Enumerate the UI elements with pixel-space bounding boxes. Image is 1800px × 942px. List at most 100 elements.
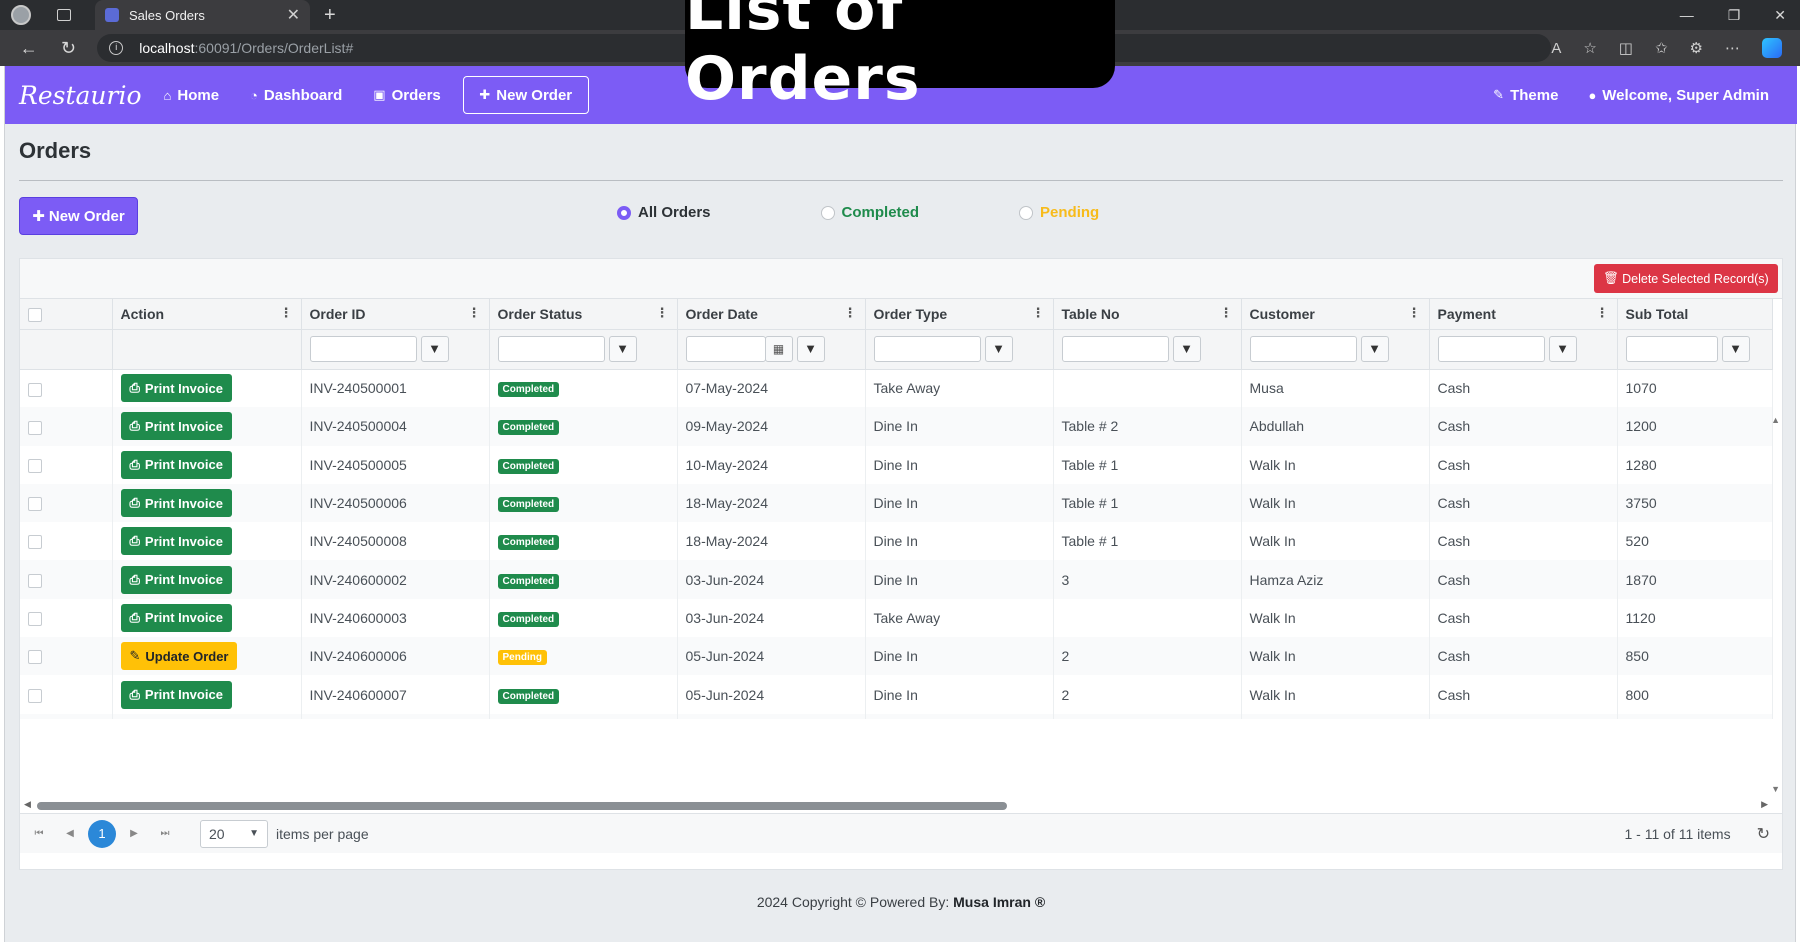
column-menu-icon[interactable]: ⋮ (1032, 305, 1045, 321)
favorite-star-icon[interactable]: ☆ (1583, 39, 1596, 57)
scroll-right-arrow-icon[interactable]: ▶ (1761, 799, 1768, 810)
row-checkbox[interactable] (28, 650, 42, 665)
filter-cell: ▼ (1053, 329, 1242, 370)
filter-order-id-input[interactable] (309, 336, 417, 362)
select-all-checkbox[interactable] (28, 307, 42, 322)
filter-funnel-icon[interactable]: ▼ (1548, 336, 1577, 362)
horizontal-scrollbar[interactable]: ◀ ▶ (20, 797, 1782, 813)
print-invoice-button[interactable]: ⎙ Print Invoice (120, 680, 232, 709)
next-page-icon[interactable]: ▶ (121, 821, 147, 847)
print-invoice-button[interactable]: ⎙ Print Invoice (120, 603, 232, 632)
scrollbar-thumb[interactable] (37, 802, 1007, 810)
column-menu-icon[interactable]: ⋮ (280, 305, 293, 321)
read-aloud-icon[interactable]: A (1551, 40, 1561, 57)
column-menu-icon[interactable]: ⋮ (468, 305, 481, 321)
scroll-down-arrow-icon[interactable]: ▼ (1771, 784, 1780, 794)
close-window-icon[interactable]: ✕ (1774, 7, 1786, 24)
profile-icon[interactable] (11, 5, 31, 25)
more-menu-icon[interactable]: ⋯ (1725, 39, 1740, 57)
filter-customer-input[interactable] (1249, 336, 1357, 362)
prev-page-icon[interactable]: ◀ (57, 821, 83, 847)
restore-icon[interactable]: ❐ (1728, 7, 1741, 24)
print-invoice-button[interactable]: ⎙ Print Invoice (120, 450, 232, 479)
nav-orders[interactable]: ▣ Orders (373, 87, 441, 104)
nav-dashboard[interactable]: ◔ Dashboard (250, 87, 342, 104)
filter-payment-input[interactable] (1437, 336, 1545, 362)
column-menu-icon[interactable]: ⋮ (844, 305, 857, 321)
browser-tab[interactable]: Sales Orders ✕ (95, 0, 310, 30)
print-invoice-button[interactable]: ⎙ Print Invoice (120, 374, 232, 403)
print-invoice-button[interactable]: ⎙ Print Invoice (120, 565, 232, 594)
header-customer[interactable]: Customer ⋮ (1241, 299, 1430, 330)
grid-body: ⎙ Print Invoice INV-240500001 Completed 07-M… (20, 369, 1773, 719)
site-info-icon[interactable]: i (109, 41, 124, 55)
filter-funnel-icon[interactable]: ▼ (796, 336, 825, 362)
copilot-icon[interactable] (1762, 38, 1782, 58)
column-menu-icon[interactable]: ⋮ (1408, 305, 1421, 321)
radio-completed[interactable]: Completed (820, 204, 919, 221)
calendar-icon[interactable]: ▦ (764, 336, 793, 362)
print-invoice-button[interactable]: ⎙ Print Invoice (120, 489, 232, 518)
header-row: Action ⋮ Order ID ⋮ Order Status ⋮ Order Da… (20, 299, 1773, 330)
current-page-button[interactable]: 1 (88, 819, 116, 848)
row-checkbox[interactable] (28, 420, 42, 435)
brand-logo[interactable]: Restaurio (19, 81, 142, 110)
header-action[interactable]: Action ⋮ (112, 299, 302, 330)
header-sub-total[interactable]: Sub Total (1617, 299, 1773, 330)
nav-theme[interactable]: ✎ Theme (1493, 87, 1558, 104)
update-order-button[interactable]: ✎ Update Order (120, 642, 238, 671)
column-menu-icon[interactable]: ⋮ (1596, 305, 1609, 321)
split-screen-icon[interactable]: ◫ (1619, 39, 1633, 57)
refresh-grid-icon[interactable]: ↻ (1757, 824, 1770, 844)
filter-funnel-icon[interactable]: ▼ (608, 336, 637, 362)
filter-table-no-input[interactable] (1061, 336, 1169, 362)
row-checkbox[interactable] (28, 497, 42, 512)
radio-pending[interactable]: Pending (1019, 204, 1099, 221)
header-order-id[interactable]: Order ID ⋮ (301, 299, 490, 330)
row-checkbox[interactable] (28, 688, 42, 703)
header-select-all[interactable] (20, 299, 113, 330)
filter-funnel-icon[interactable]: ▼ (1721, 336, 1750, 362)
row-checkbox[interactable] (28, 535, 42, 550)
column-menu-icon[interactable]: ⋮ (1220, 305, 1233, 321)
header-payment[interactable]: Payment ⋮ (1429, 299, 1618, 330)
scroll-up-arrow-icon[interactable]: ▲ (1771, 415, 1780, 425)
minimize-icon[interactable]: — (1680, 7, 1694, 23)
scroll-left-arrow-icon[interactable]: ◀ (24, 799, 31, 810)
nav-new-order-button[interactable]: ✚ New Order (462, 76, 589, 114)
print-invoice-button[interactable]: ⎙ Print Invoice (120, 412, 232, 441)
row-checkbox[interactable] (28, 573, 42, 588)
header-order-type[interactable]: Order Type ⋮ (865, 299, 1054, 330)
filter-order-type-input[interactable] (873, 336, 981, 362)
refresh-icon[interactable]: ↻ (58, 38, 80, 59)
row-checkbox[interactable] (28, 458, 42, 473)
filter-funnel-icon[interactable]: ▼ (420, 336, 449, 362)
new-tab-icon[interactable]: + (324, 4, 336, 27)
header-table-no[interactable]: Table No ⋮ (1053, 299, 1242, 330)
favorites-icon[interactable]: ✩ (1655, 39, 1668, 57)
filter-order-date-input[interactable] (685, 336, 766, 362)
filter-sub-total-input[interactable] (1625, 336, 1718, 362)
nav-home[interactable]: ⌂ Home (164, 87, 220, 104)
row-checkbox[interactable] (28, 612, 42, 627)
back-icon[interactable]: ← (18, 38, 40, 59)
header-order-status[interactable]: Order Status ⋮ (489, 299, 678, 330)
filter-order-status-input[interactable] (497, 336, 605, 362)
column-menu-icon[interactable]: ⋮ (656, 305, 669, 321)
new-order-button[interactable]: ✚ New Order (19, 197, 138, 235)
print-invoice-button[interactable]: ⎙ Print Invoice (120, 527, 232, 556)
extensions-icon[interactable]: ⚙ (1690, 39, 1703, 57)
filter-funnel-icon[interactable]: ▼ (984, 336, 1013, 362)
filter-funnel-icon[interactable]: ▼ (1360, 336, 1389, 362)
page-size-select[interactable]: 20 ▼ (200, 819, 268, 848)
delete-selected-button[interactable]: 🗑 Delete Selected Record(s) (1594, 264, 1778, 293)
tab-close-icon[interactable]: ✕ (287, 5, 300, 25)
nav-user-menu[interactable]: ● Welcome, Super Admin (1588, 87, 1769, 104)
header-order-date[interactable]: Order Date ⋮ (677, 299, 866, 330)
filter-funnel-icon[interactable]: ▼ (1172, 336, 1201, 362)
radio-all-orders[interactable]: All Orders (617, 204, 711, 221)
last-page-icon[interactable]: ⏭ (152, 821, 178, 847)
workspaces-icon[interactable] (57, 9, 71, 21)
first-page-icon[interactable]: ⏮ (26, 821, 52, 847)
row-checkbox[interactable] (28, 382, 42, 397)
